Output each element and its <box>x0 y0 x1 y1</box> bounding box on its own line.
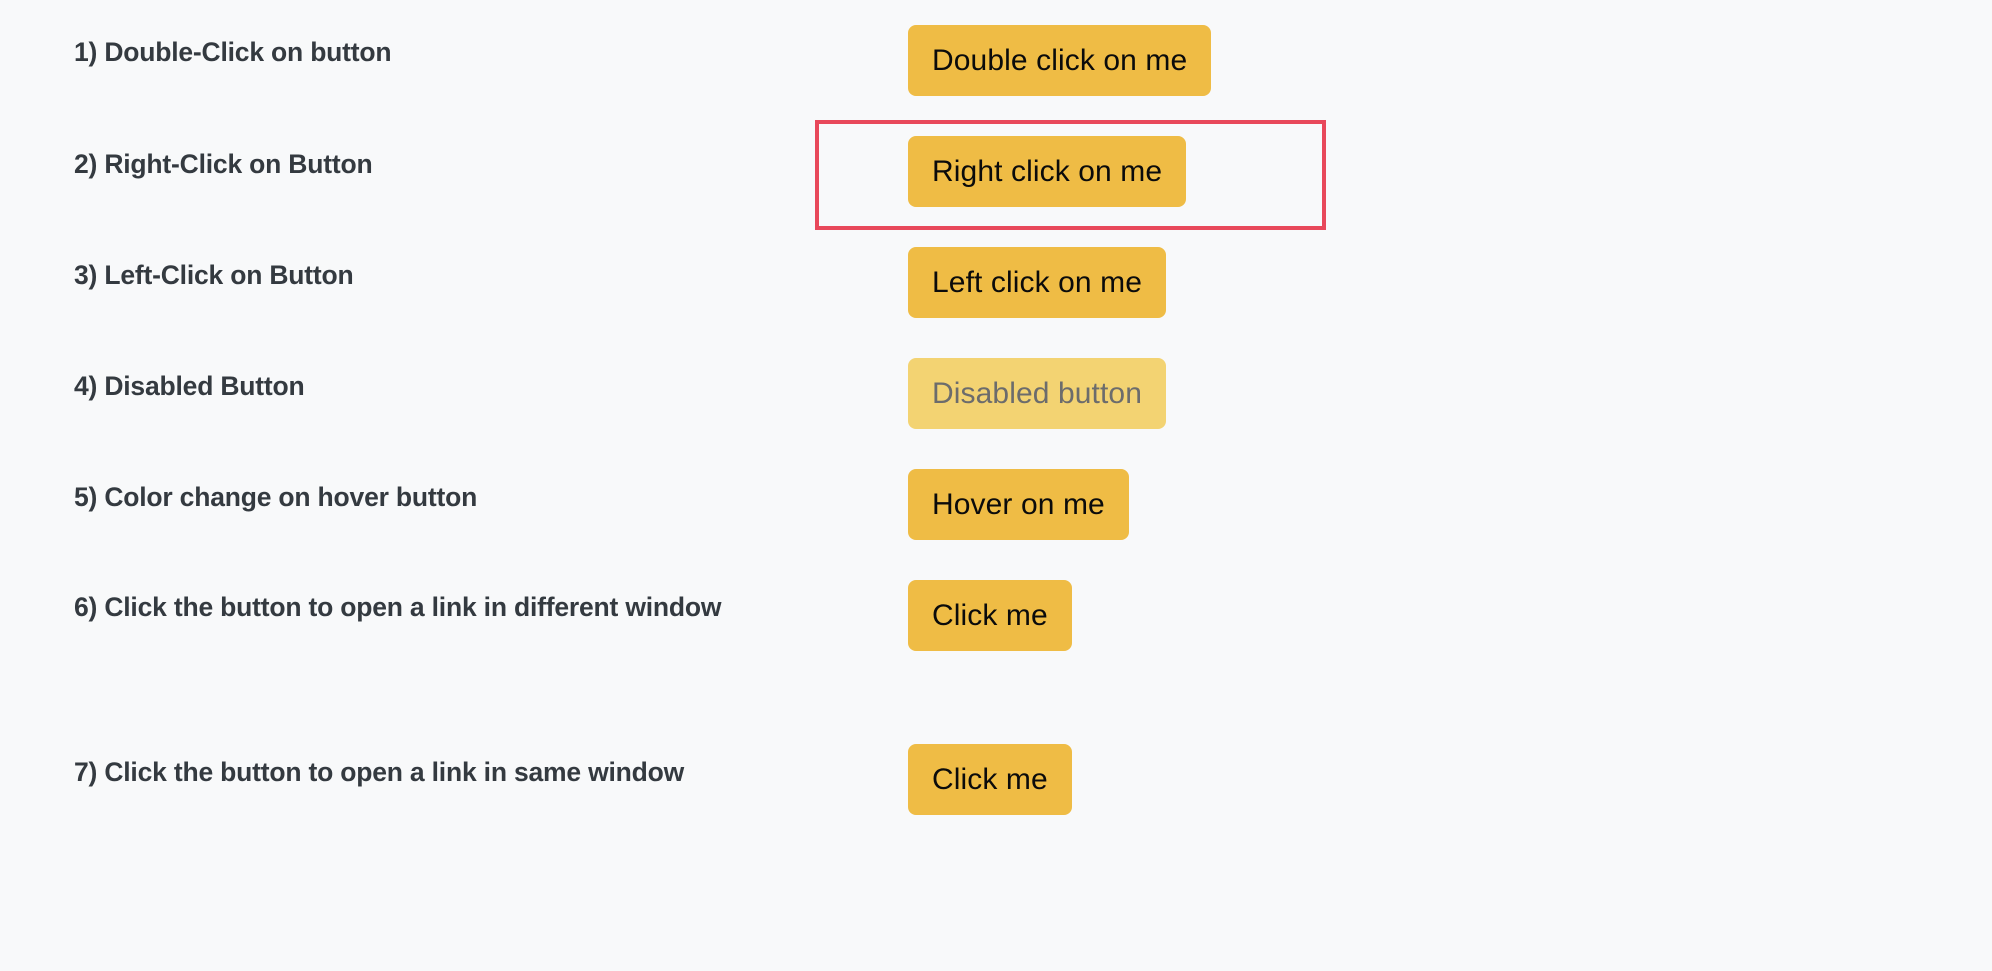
button-practice-page: 1) Double-Click on button Double click o… <box>0 0 1992 971</box>
task-label-3: 3) Left-Click on Button <box>74 260 354 290</box>
task-label-7: 7) Click the button to open a link in sa… <box>74 757 685 787</box>
task-label-2: 2) Right-Click on Button <box>74 149 373 179</box>
double-click-button[interactable]: Double click on me <box>908 25 1212 96</box>
right-click-button[interactable]: Right click on me <box>908 136 1187 207</box>
task-label-5: 5) Color change on hover button <box>74 482 478 512</box>
open-link-same-window-button[interactable]: Click me <box>908 744 1072 815</box>
task-label-4: 4) Disabled Button <box>74 371 305 401</box>
hover-color-change-button[interactable]: Hover on me <box>908 469 1129 540</box>
task-label-6: 6) Click the button to open a link in di… <box>74 592 722 622</box>
open-link-new-window-button[interactable]: Click me <box>908 580 1072 651</box>
disabled-button: Disabled button <box>908 358 1166 429</box>
left-click-button[interactable]: Left click on me <box>908 247 1167 318</box>
task-label-1: 1) Double-Click on button <box>74 37 392 67</box>
